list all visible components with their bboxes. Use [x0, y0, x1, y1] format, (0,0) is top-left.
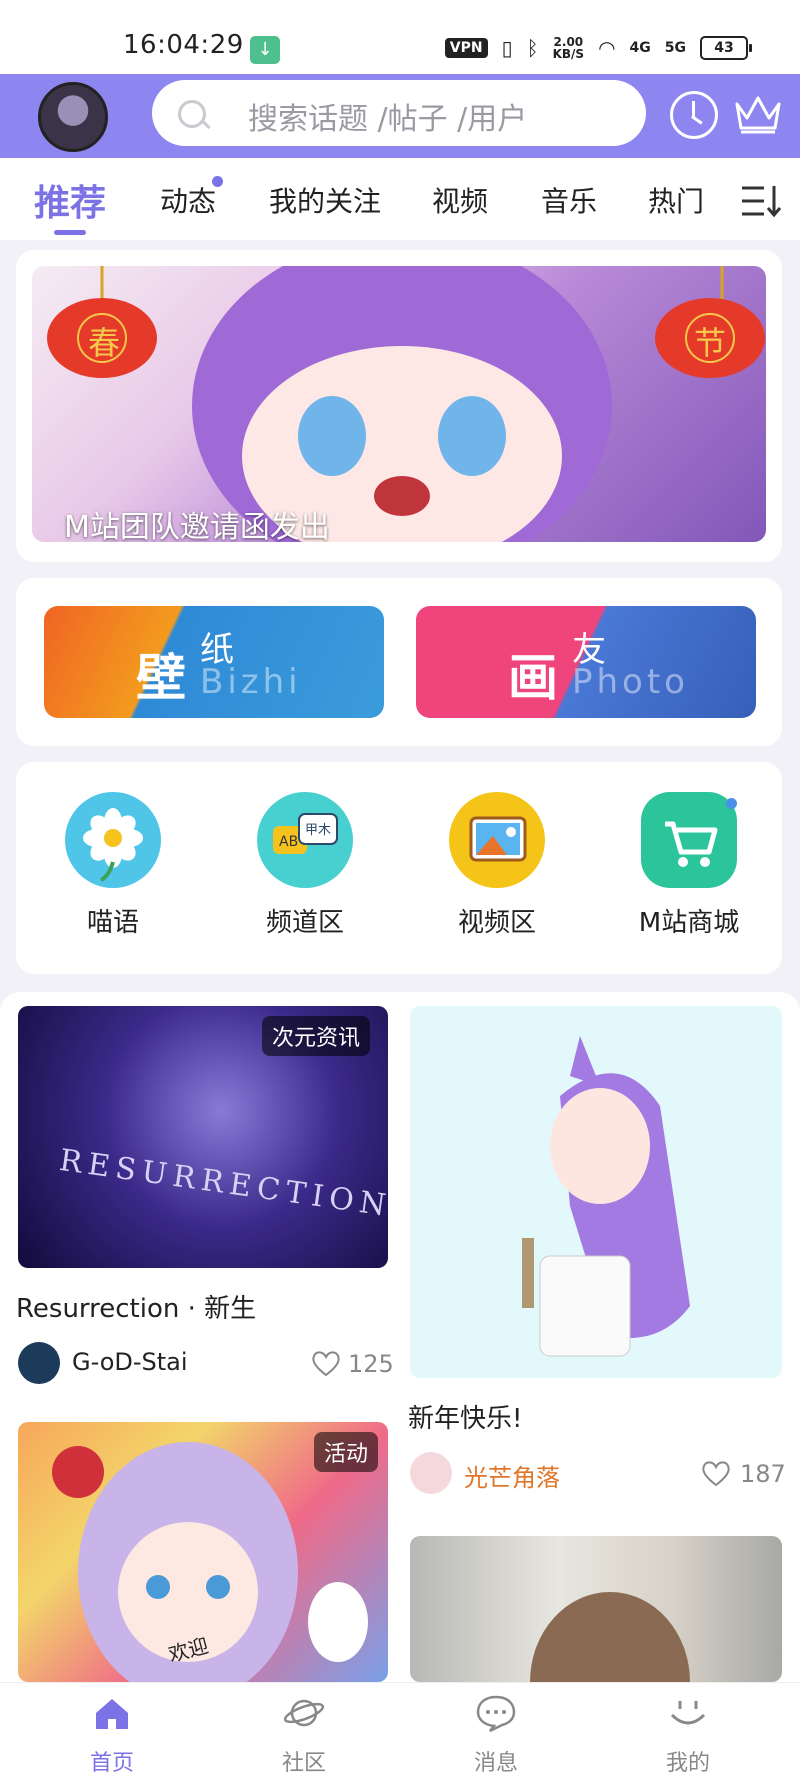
clock: 16:04:29 [123, 30, 244, 60]
category-meow[interactable]: 喵语 [48, 792, 178, 939]
svg-text:AB: AB [279, 834, 298, 850]
post-title[interactable]: 新年快乐! [408, 1398, 522, 1435]
tab-label: 视频 [432, 185, 489, 218]
wallpaper-big-char: 壁 [136, 649, 186, 707]
nav-label: 消息 [473, 1751, 518, 1776]
tab-label: 推荐 [34, 183, 107, 224]
bottom-nav: 首页 社区 消息 我的 [0, 1682, 800, 1779]
tab-music[interactable]: 音乐 [541, 180, 597, 220]
nav-label: 首页 [89, 1751, 134, 1776]
tab-video[interactable]: 视频 [432, 180, 488, 220]
tab-label: 音乐 [541, 185, 598, 218]
battery-icon: 43 [700, 36, 752, 60]
signal-5g: 5G [664, 40, 686, 56]
category-channel[interactable]: AB 甲木 频道区 [240, 792, 370, 939]
active-tab-indicator [54, 230, 86, 235]
artist-en: Photo [572, 662, 689, 702]
post-image[interactable] [410, 1006, 782, 1378]
category-video[interactable]: 视频区 [432, 792, 562, 939]
category-label: 喵语 [86, 908, 139, 938]
tab-recommend[interactable]: 推荐 [34, 174, 107, 235]
bluetooth-icon: ᛒ [526, 36, 539, 60]
lantern-left-text: 春 [88, 324, 121, 362]
smile-icon [670, 1701, 706, 1725]
post-image[interactable] [410, 1536, 782, 1682]
post-illustration [522, 1036, 690, 1357]
author-avatar[interactable] [410, 1452, 452, 1494]
search-bar[interactable]: 搜索话题 /帖子 /用户 [152, 80, 646, 146]
picture-icon [449, 792, 545, 888]
post-tag: 次元资讯 [262, 1016, 371, 1056]
status-bar: 16:04:29 ↓ VPN ▯ ᛒ 2.00 KB/S ◠ 4G 5G 43 [0, 0, 800, 74]
post-illustration [530, 1592, 690, 1682]
shortcut-card: 壁 纸 Bizhi 画 友 Photo [16, 578, 782, 746]
history-icon[interactable] [670, 91, 718, 139]
wallpaper-shortcut[interactable]: 壁 纸 Bizhi [44, 606, 384, 718]
artist-shortcut[interactable]: 画 友 Photo [416, 606, 756, 718]
search-icon [178, 100, 206, 128]
search-placeholder: 搜索话题 /帖子 /用户 [248, 102, 528, 137]
post-title[interactable]: Resurrection · 新生 [16, 1288, 256, 1325]
category-card: 喵语 AB 甲木 频道区 视频区 M站商城 [16, 762, 782, 974]
tab-feed[interactable]: 动态 [160, 180, 216, 220]
category-label: 频道区 [265, 908, 344, 938]
signal-4g: 4G [629, 40, 651, 56]
svg-text:甲木: 甲木 [305, 823, 331, 838]
heart-icon[interactable] [310, 1348, 342, 1378]
chat-bubbles-icon: AB 甲木 [257, 792, 353, 888]
app-header: 搜索话题 /帖子 /用户 [0, 74, 800, 158]
artist-big-char: 画 [508, 649, 558, 707]
wallpaper-en: Bizhi [200, 662, 302, 702]
planet-icon [283, 1699, 325, 1727]
post-tag: 活动 [314, 1432, 379, 1472]
like-count: 187 [740, 1460, 786, 1488]
vibrate-icon: ▯ [501, 36, 513, 60]
shopping-cart-icon [641, 792, 737, 888]
net-speed: 2.00 KB/S [553, 36, 584, 60]
nav-home[interactable]: 首页 [52, 1693, 172, 1777]
download-icon: ↓ [250, 36, 280, 64]
home-icon [96, 1699, 128, 1729]
tab-hot[interactable]: 热门 [648, 180, 704, 220]
tab-label: 动态 [160, 185, 217, 218]
new-dot [212, 176, 223, 187]
net-speed-unit: KB/S [552, 47, 585, 61]
banner-card[interactable]: 春 节 M站团队邀请函发出 [16, 250, 782, 562]
author-name[interactable]: G-oD-Stai [72, 1348, 188, 1376]
tab-menu-icon[interactable] [740, 184, 784, 218]
tab-label: 我的关注 [269, 185, 382, 218]
vpn-badge: VPN [444, 38, 488, 58]
nav-profile[interactable]: 我的 [628, 1693, 748, 1777]
banner-illustration [47, 266, 765, 542]
flower-icon [65, 792, 161, 888]
like-count: 125 [348, 1350, 394, 1378]
tab-bar: 推荐 动态 我的关注 视频 音乐 热门 [0, 158, 800, 240]
tab-following[interactable]: 我的关注 [269, 180, 381, 220]
author-name[interactable]: 光芒角落 [464, 1458, 560, 1493]
category-label: M站商城 [638, 908, 740, 938]
wifi-icon: ◠ [598, 36, 616, 60]
category-mall[interactable]: M站商城 [624, 792, 754, 939]
nav-label: 我的 [665, 1751, 710, 1776]
heart-icon[interactable] [700, 1458, 732, 1488]
banner-title: M站团队邀请函发出 [64, 510, 330, 542]
user-avatar[interactable] [38, 82, 108, 152]
nav-community[interactable]: 社区 [244, 1693, 364, 1777]
nav-label: 社区 [281, 1751, 326, 1776]
author-avatar[interactable] [18, 1342, 60, 1384]
lantern-right-text: 节 [694, 324, 727, 362]
post-feed: RESURRECTION 次元资讯 Resurrection · 新生 G-oD… [0, 992, 800, 1682]
tab-label: 热门 [648, 185, 705, 218]
mall-new-dot [726, 798, 737, 809]
message-icon [476, 1695, 516, 1733]
crown-icon[interactable] [733, 92, 783, 136]
status-icons: VPN ▯ ᛒ 2.00 KB/S ◠ 4G 5G 43 [444, 36, 752, 60]
image-text: RESURRECTION [57, 1142, 388, 1225]
category-label: 视频区 [457, 908, 536, 938]
nav-messages[interactable]: 消息 [436, 1693, 556, 1777]
banner-image: 春 节 M站团队邀请函发出 [32, 266, 766, 542]
